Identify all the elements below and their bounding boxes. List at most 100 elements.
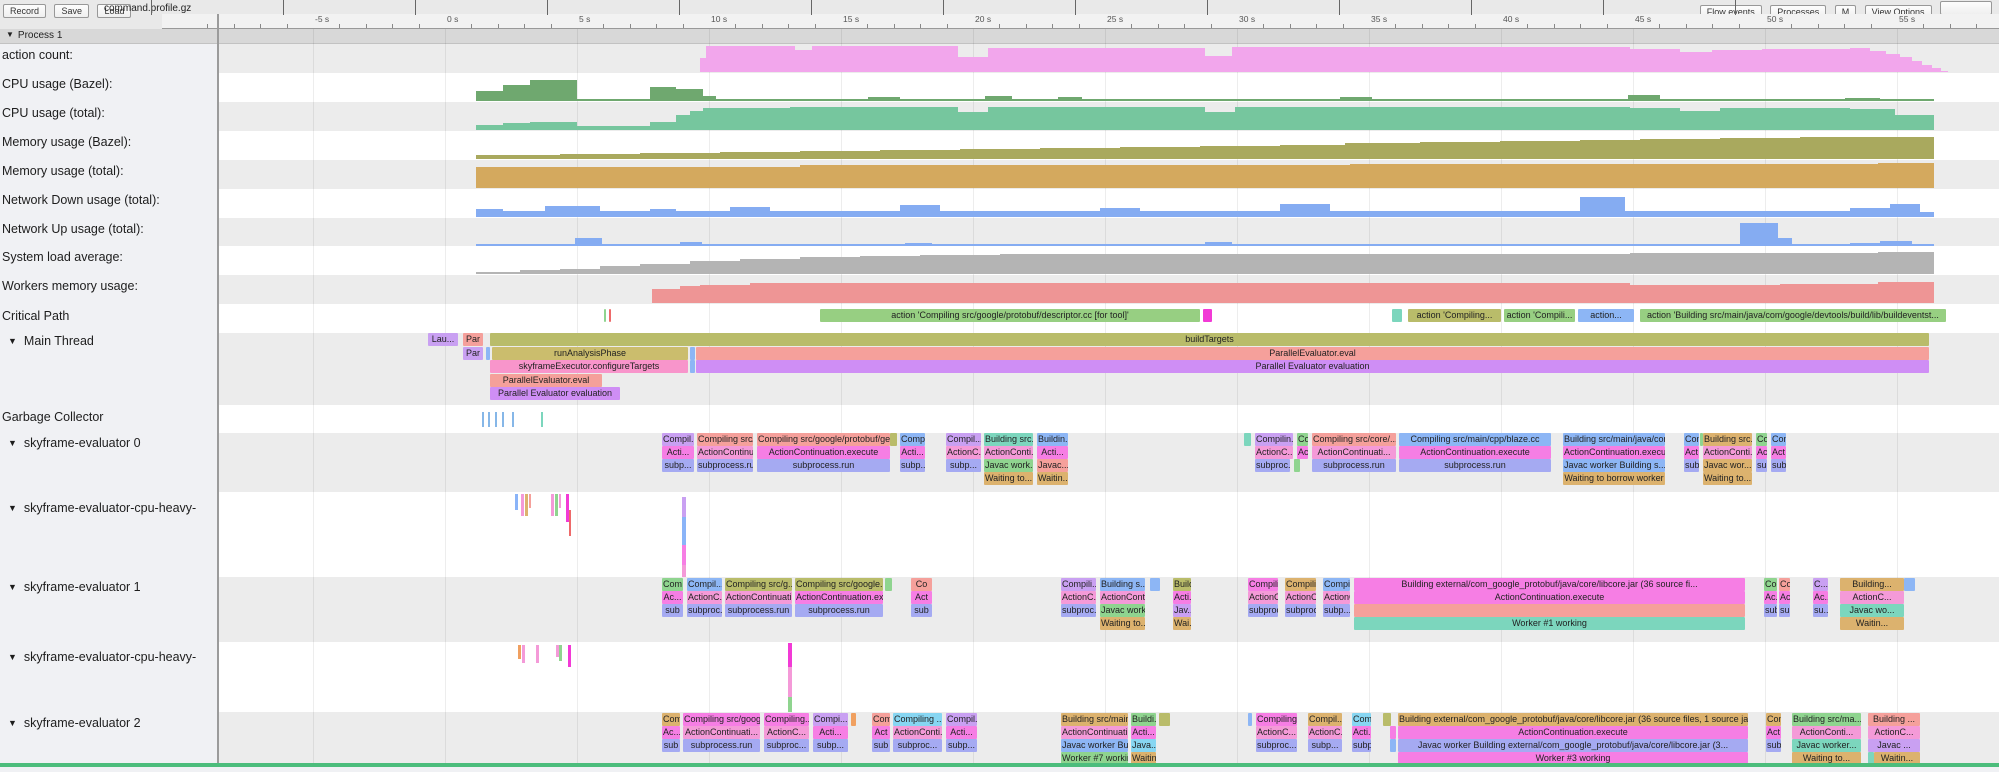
trace-event-bar[interactable]: Building src... [1703,433,1752,446]
trace-event-bar[interactable]: sub [872,739,890,752]
trace-event-bar[interactable]: Acti... [1352,726,1371,739]
trace-event-bar[interactable]: Javac worker... [1100,604,1145,617]
trace-event-bar[interactable]: Buildin... [1037,433,1068,446]
trace-event-bar[interactable] [486,347,490,360]
trace-event-bar[interactable]: Compiling src/g... [725,578,792,591]
trace-event-bar[interactable]: Javac wo... [1840,604,1904,617]
trace-event-tick[interactable] [682,517,686,545]
trace-event-bar[interactable]: ParallelEvaluator.eval [696,347,1929,360]
trace-event-bar[interactable]: Worker #1 working [1354,617,1745,630]
trace-event-bar[interactable]: Act [1756,446,1767,459]
trace-event-bar[interactable]: Javac worker Building s... [1563,459,1665,472]
trace-event-bar[interactable]: subproc... [1248,604,1278,617]
trace-event-bar[interactable]: Act [1684,446,1699,459]
trace-event-bar[interactable] [890,433,897,446]
trace-event-bar[interactable] [1392,309,1402,322]
thread-row-label[interactable]: ▼skyframe-evaluator 2 [8,716,216,731]
trace-event-bar[interactable]: ActionConti... [1100,591,1145,604]
thread-row-label[interactable]: ▼skyframe-evaluator-cpu-heavy- [8,501,216,516]
trace-event-bar[interactable]: Act [872,726,890,739]
trace-event-bar[interactable] [1390,739,1396,752]
counter-chart[interactable] [218,246,1999,275]
trace-event-bar[interactable]: subproc... [1061,604,1096,617]
counter-chart[interactable] [218,189,1999,218]
trace-event-bar[interactable]: Compiling src/g... [697,433,753,446]
trace-event-bar[interactable]: ActionC... [1308,726,1342,739]
trace-event-bar[interactable] [1150,578,1160,591]
trace-event-bar[interactable]: subprocess.run [725,604,792,617]
trace-event-bar[interactable]: ActionConti... [1792,726,1861,739]
thread-row-label[interactable]: ▼skyframe-evaluator 0 [8,436,216,451]
counter-chart[interactable] [218,44,1999,73]
gc-event-tick[interactable] [495,412,497,427]
trace-event-bar[interactable]: subp... [662,459,694,472]
trace-event-tick[interactable] [536,645,539,663]
trace-event-bar[interactable]: Acti... [900,446,925,459]
trace-event-bar[interactable]: Building src/main/jav... [1061,713,1128,726]
trace-event-bar[interactable]: Compiling src/google/protobuf/generat... [757,433,890,446]
trace-event-tick[interactable] [788,667,792,697]
trace-event-bar[interactable]: sub [1756,459,1767,472]
trace-event-bar[interactable]: Building external/com_google_protobuf/ja… [1354,578,1745,591]
trace-event-tick[interactable] [559,645,562,661]
trace-event-bar[interactable]: Java... [1131,739,1156,752]
trace-event-bar[interactable]: ActionC... [1248,591,1278,604]
trace-event-bar[interactable]: subproc... [1255,459,1290,472]
trace-event-bar[interactable]: ActionConti... [1703,446,1752,459]
trace-event-bar[interactable]: Building src/ma... [1792,713,1861,726]
counter-chart[interactable] [218,102,1999,131]
trace-event-bar[interactable]: Compilin... [1285,578,1316,591]
trace-event-bar[interactable]: ActionContinuation.execute [1354,591,1745,604]
trace-event-tick[interactable] [788,697,792,712]
trace-event-bar[interactable]: Building external/com_google_protobuf/ja… [1398,713,1748,726]
trace-event-tick[interactable] [521,494,524,516]
trace-event-bar[interactable]: Com... [1352,713,1371,726]
trace-event-bar[interactable]: Build... [1173,578,1191,591]
trace-event-bar[interactable] [1294,459,1300,472]
trace-event-bar[interactable]: Buildi... [1131,713,1156,726]
trace-event-bar[interactable]: Par [463,333,483,346]
counter-chart[interactable] [218,275,1999,304]
trace-event-bar[interactable]: Javac wor... [1703,459,1752,472]
trace-event-bar[interactable]: subp... [1323,604,1350,617]
trace-event-bar[interactable]: subp... [946,459,981,472]
trace-event-bar[interactable]: Act [1297,446,1308,459]
trace-event-tick[interactable] [682,545,686,565]
trace-event-bar[interactable]: Compiling src/google... [683,713,760,726]
trace-event-bar[interactable] [690,347,695,360]
trace-event-bar[interactable]: ActionContinuation.execute [1399,446,1551,459]
trace-event-bar[interactable]: ActionConti... [893,726,942,739]
trace-event-bar[interactable]: buildTargets [490,333,1929,346]
thread-row-label[interactable]: ▼Main Thread [8,334,216,349]
trace-event-bar[interactable]: Javac work... [984,459,1033,472]
counter-chart[interactable] [218,218,1999,247]
thread-row-label[interactable]: ▼skyframe-evaluator-cpu-heavy- [8,650,216,665]
trace-event-bar[interactable]: Jav... [1173,604,1191,617]
trace-event-bar[interactable]: subp... [946,739,977,752]
trace-event-bar[interactable] [1203,309,1212,322]
trace-event-bar[interactable]: ActionContinuation.execute [795,591,883,604]
trace-event-bar[interactable]: ActionC... [1255,446,1293,459]
trace-event-bar[interactable] [1390,726,1396,739]
trace-event-bar[interactable]: Com [1779,578,1790,591]
trace-event-bar[interactable] [1383,713,1391,726]
trace-event-bar[interactable]: ActionC... [1285,591,1316,604]
trace-event-bar[interactable]: Waiting to... [984,472,1033,485]
trace-event-bar[interactable]: subproc... [687,604,722,617]
gc-event-tick[interactable] [482,412,484,427]
trace-event-tick[interactable] [522,645,525,663]
trace-event-tick[interactable] [551,494,554,516]
trace-event-bar[interactable]: subp... [1308,739,1342,752]
thread-row-label[interactable]: ▼skyframe-evaluator 1 [8,580,216,595]
blank-button[interactable] [1940,1,1992,15]
trace-event-tick[interactable] [559,494,561,508]
trace-event-bar[interactable] [1904,578,1915,591]
trace-event-bar[interactable]: Javac... [1037,459,1068,472]
trace-event-bar[interactable]: ActionC... [1256,726,1297,739]
trace-event-bar[interactable]: subp... [813,739,848,752]
trace-event-tick[interactable] [682,497,686,517]
trace-event-bar[interactable]: Com [662,713,680,726]
trace-event-bar[interactable]: Waitin... [1840,617,1904,630]
trace-event-bar[interactable]: ActionContinuation.execute [1563,446,1665,459]
trace-event-bar[interactable]: sub [662,604,683,617]
